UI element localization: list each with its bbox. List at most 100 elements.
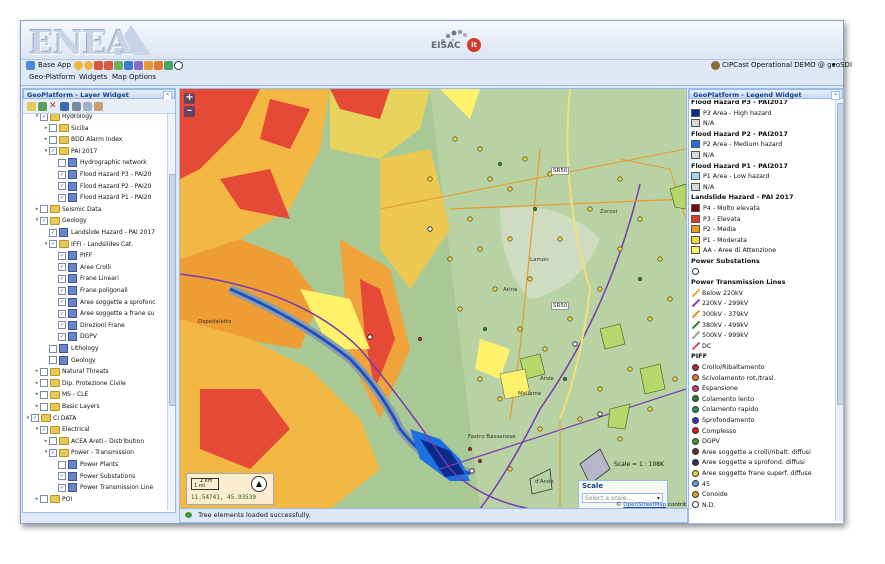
layer-checkbox[interactable]: ✓ xyxy=(58,193,66,202)
layer-checkbox[interactable]: ✓ xyxy=(40,425,48,434)
tree-layer[interactable]: ✓ Aree soggette a frane su xyxy=(52,308,154,319)
layer-checkbox[interactable]: ✓ xyxy=(31,414,39,423)
save-icon[interactable] xyxy=(60,102,69,111)
tree-layer[interactable]: ✓ Frane poligonali xyxy=(52,285,128,296)
layer-checkbox[interactable]: ✓ xyxy=(58,483,66,492)
legend-scrollbar[interactable] xyxy=(835,100,844,521)
layer-checkbox[interactable]: ✓ xyxy=(58,274,66,283)
tree-layer[interactable]: Hydrographic network xyxy=(52,157,147,168)
zoom-out-icon[interactable] xyxy=(84,61,93,70)
tree-folder[interactable]: ▸ BDD Alarm Index xyxy=(43,134,122,145)
layer-checkbox[interactable]: ✓ xyxy=(49,448,57,457)
layer-checkbox[interactable]: ✓ xyxy=(58,298,66,307)
zoom-out-button[interactable]: – xyxy=(184,106,195,117)
tree-layer[interactable]: ✓ Flood Hazard P1 - PAI20 xyxy=(52,192,151,203)
measure-icon[interactable] xyxy=(134,61,143,70)
tree-folder[interactable]: ▾ ✓ PAI 2017 xyxy=(43,146,97,157)
layer-checkbox[interactable] xyxy=(49,437,57,446)
zoom-in-button[interactable]: + xyxy=(184,93,195,104)
properties-icon[interactable] xyxy=(94,102,103,111)
tree-folder[interactable]: ▸ Sicilia xyxy=(43,123,88,134)
layer-checkbox[interactable] xyxy=(49,344,57,353)
layer-checkbox[interactable]: ✓ xyxy=(58,182,66,191)
layer-checkbox[interactable]: ✓ xyxy=(40,114,48,121)
tree-layer[interactable]: ✓ PIFF xyxy=(52,250,92,261)
sort-icon[interactable] xyxy=(72,102,81,111)
tree-folder[interactable]: ▾ ✓ Electrical xyxy=(34,424,90,435)
layer-checkbox[interactable] xyxy=(58,158,66,167)
map-view[interactable]: + – Ospedaletto SR50 SR50 Arsie Mellame … xyxy=(179,88,687,510)
layer-checkbox[interactable] xyxy=(58,460,66,469)
layer-checkbox[interactable]: ✓ xyxy=(49,147,57,156)
zoom-in-icon[interactable] xyxy=(74,61,83,70)
tree-layer[interactable]: ✓ Aree soggette a sprofonc xyxy=(52,297,156,308)
tree-folder[interactable]: ▾ ✓ Geology xyxy=(34,215,87,226)
pan-icon[interactable] xyxy=(114,61,123,70)
tree-layer[interactable]: ✓ DGPV xyxy=(52,331,97,342)
layer-tree-scrollbar[interactable] xyxy=(167,114,176,510)
tree-layer[interactable]: Geology xyxy=(43,355,96,366)
delete-icon[interactable]: ✕ xyxy=(49,102,58,111)
layer-checkbox[interactable] xyxy=(40,495,48,504)
tree-folder[interactable]: ▾ ✓ CI DATA xyxy=(25,413,76,424)
tree-folder[interactable]: ▸ Natural Threats xyxy=(34,366,109,377)
tree-layer[interactable]: ✓ Power Transmission Line xyxy=(52,482,153,493)
layer-checkbox[interactable] xyxy=(40,402,48,411)
add-folder-icon[interactable] xyxy=(27,102,36,111)
export-icon[interactable] xyxy=(83,102,92,111)
menu-widgets[interactable]: Widgets xyxy=(79,73,107,81)
tree-folder[interactable]: ▸ Seismic Data xyxy=(34,204,101,215)
tree-layer[interactable]: Lithology xyxy=(43,343,99,354)
layer-checkbox[interactable]: ✓ xyxy=(58,286,66,295)
tree-layer[interactable]: ✓ Landslide Hazard - PAI 2017 xyxy=(43,227,155,238)
tree-folder[interactable]: ▾ ✓ Hydrology xyxy=(34,114,93,122)
home-icon[interactable] xyxy=(26,61,35,70)
print-icon[interactable] xyxy=(164,61,173,70)
tree-layer[interactable]: ✓ Direzioni Frane xyxy=(52,320,125,331)
collapse-panel-icon[interactable]: – xyxy=(831,91,840,100)
ruler-icon[interactable] xyxy=(144,61,153,70)
tree-folder[interactable]: ▸ POI xyxy=(34,494,72,505)
menu-geo-platform[interactable]: Geo-Platform xyxy=(29,73,75,81)
menu-map-options[interactable]: Map Options xyxy=(112,73,156,81)
area-icon[interactable] xyxy=(154,61,163,70)
layer-checkbox[interactable] xyxy=(40,367,48,376)
chevron-down-icon[interactable]: ▾ xyxy=(832,61,836,69)
layer-checkbox[interactable]: ✓ xyxy=(58,332,66,341)
layer-checkbox[interactable]: ✓ xyxy=(58,321,66,330)
layer-checkbox[interactable] xyxy=(40,379,48,388)
layer-checkbox[interactable] xyxy=(40,205,48,214)
info-icon[interactable] xyxy=(124,61,133,70)
layer-checkbox[interactable]: ✓ xyxy=(40,216,48,225)
layer-tree-scroll-thumb[interactable] xyxy=(169,174,176,406)
layer-checkbox[interactable] xyxy=(40,390,48,399)
layer-checkbox[interactable]: ✓ xyxy=(58,472,66,481)
tree-folder[interactable]: ▸ Dip. Protezione Civile xyxy=(34,378,126,389)
layer-checkbox[interactable] xyxy=(49,356,57,365)
layer-checkbox[interactable] xyxy=(49,135,57,144)
tree-layer[interactable]: Power Plants xyxy=(52,459,118,470)
zoom-next-icon[interactable] xyxy=(104,61,113,70)
layer-checkbox[interactable]: ✓ xyxy=(58,251,66,260)
tree-folder[interactable]: ▸ ACEA Areti - Distribution xyxy=(43,436,144,447)
zoom-previous-icon[interactable] xyxy=(94,61,103,70)
add-layer-icon[interactable] xyxy=(38,102,47,111)
tree-folder[interactable]: ▾ ✓ IFFI - Landslides Cat. xyxy=(43,239,133,250)
legend-scroll-thumb[interactable] xyxy=(837,103,844,405)
tree-layer[interactable]: ✓ Flood Hazard P2 - PAI20 xyxy=(52,181,151,192)
tree-layer[interactable]: ✓ Frane Lineari xyxy=(52,273,119,284)
layer-checkbox[interactable]: ✓ xyxy=(58,309,66,318)
tree-layer[interactable]: ✓ Power Substations xyxy=(52,471,135,482)
tree-folder[interactable]: ▸ MS - CLE xyxy=(34,389,88,400)
layer-checkbox[interactable]: ✓ xyxy=(58,170,66,179)
layer-checkbox[interactable] xyxy=(49,124,57,133)
settings-circle-icon[interactable] xyxy=(174,61,183,70)
layer-checkbox[interactable]: ✓ xyxy=(49,240,57,249)
tree-layer[interactable]: ✓ Flood Hazard P3 - PAI20 xyxy=(52,169,151,180)
tree-folder[interactable]: ▸ Basic Layers xyxy=(34,401,100,412)
layer-checkbox[interactable]: ✓ xyxy=(49,228,57,237)
map-canvas[interactable] xyxy=(180,89,686,509)
tree-layer[interactable]: ✓ Aree Crolli xyxy=(52,262,111,273)
layer-checkbox[interactable]: ✓ xyxy=(58,263,66,272)
base-app-button[interactable]: Base App xyxy=(38,61,71,69)
